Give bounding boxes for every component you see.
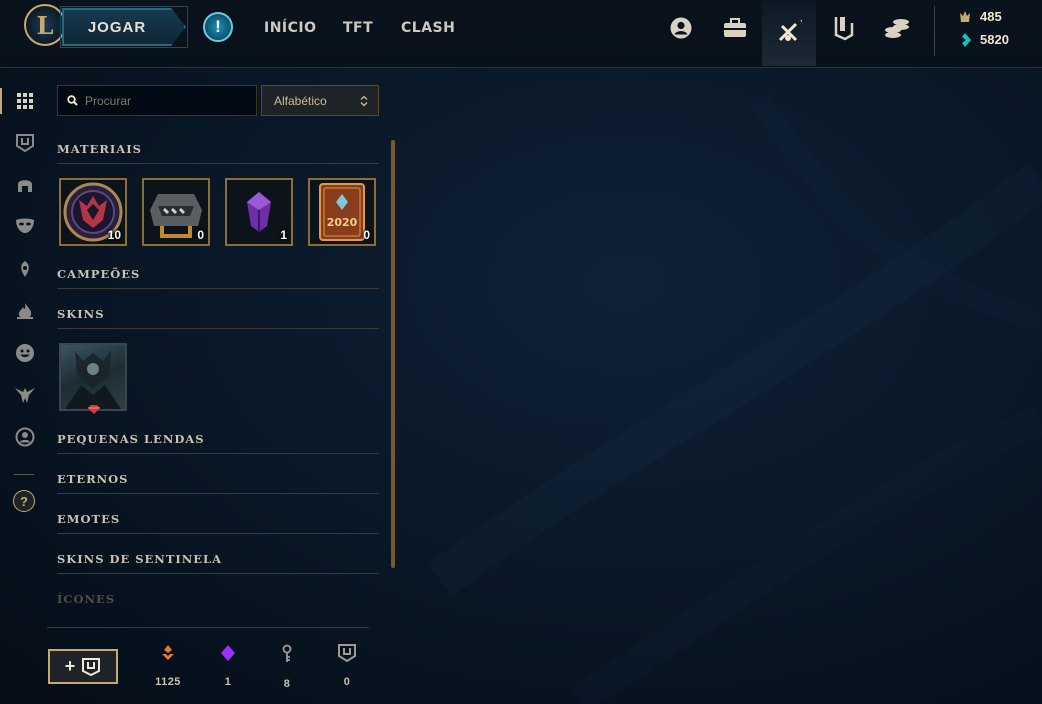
nav-tft[interactable]: TFT [343, 20, 373, 36]
orange-essence-value: 1125 [155, 676, 181, 688]
section-champions[interactable]: CAMPEÕES [57, 265, 379, 289]
skin-portrait-icon [65, 351, 121, 409]
section-skins[interactable]: SKINS [57, 305, 379, 329]
key-fragment-icon [282, 644, 292, 662]
section-icons[interactable]: ÍCONES [57, 590, 379, 614]
section-eternals[interactable]: ETERNOS [57, 470, 379, 494]
mythic-essence-icon [221, 645, 235, 661]
material-tile-2020-card[interactable]: 2020 0 [308, 178, 376, 246]
section-materials[interactable]: MATERIAIS [57, 140, 379, 164]
rail-divider [14, 474, 34, 475]
list-scrollbar[interactable] [391, 140, 395, 568]
material-count: 0 [197, 228, 204, 242]
material-count: 0 [363, 228, 370, 242]
top-navigation-bar: L JOGAR ! INÍCIO TFT CLASH 485 5820 [0, 0, 1042, 68]
crest-icon[interactable] [13, 383, 37, 407]
profile-icon[interactable] [667, 14, 695, 42]
chest-icon[interactable] [13, 131, 37, 155]
footer-divider [47, 627, 369, 628]
currency-stack-icon[interactable] [883, 14, 911, 42]
store-icon[interactable] [830, 14, 858, 42]
add-label: + [64, 656, 76, 676]
topbar-divider [934, 6, 935, 56]
helmet-icon[interactable] [13, 173, 37, 197]
material-count: 10 [107, 228, 121, 242]
play-button[interactable]: JOGAR [62, 8, 186, 46]
add-chest-button[interactable]: + [48, 649, 118, 684]
league-logo-icon[interactable]: L [24, 4, 66, 46]
chest-count-icon [338, 644, 356, 662]
chest-outline-icon [82, 657, 101, 676]
section-ward-skins[interactable]: SKINS DE SENTINELA [57, 550, 379, 574]
skin-tile[interactable] [59, 343, 127, 411]
search-field[interactable] [57, 85, 257, 116]
background-streaks [428, 93, 1042, 704]
blue-essence-value: 485 [980, 9, 1002, 24]
collection-icon[interactable] [721, 14, 749, 42]
chest-count-value: 0 [343, 676, 351, 688]
riot-points-balance[interactable]: 5820 [958, 32, 1009, 47]
section-little-legends[interactable]: PEQUENAS LENDAS [57, 430, 379, 454]
card-year-label: 2020 [327, 216, 358, 229]
orange-essence-icon [162, 645, 174, 660]
orange-essence-stat[interactable]: 1125 [148, 644, 188, 688]
ward-icon[interactable] [13, 257, 37, 281]
alert-icon[interactable]: ! [203, 12, 233, 42]
sort-selected-value: Alfabético [274, 93, 327, 108]
nav-clash[interactable]: CLASH [401, 20, 455, 36]
blue-essence-balance[interactable]: 485 [958, 9, 1002, 24]
loot-icon[interactable] [762, 0, 816, 66]
riot-points-icon [962, 32, 971, 47]
search-icon [67, 95, 78, 106]
mask-icon[interactable] [13, 214, 37, 238]
blue-essence-icon [960, 10, 970, 22]
material-count: 1 [280, 228, 287, 242]
flame-icon[interactable] [13, 299, 37, 323]
help-icon[interactable]: ? [13, 490, 35, 512]
emote-icon[interactable] [13, 341, 37, 365]
profile-circle-icon[interactable] [13, 425, 37, 449]
mythic-essence-stat[interactable]: 1 [208, 644, 248, 688]
riot-points-value: 5820 [980, 32, 1009, 47]
section-emotes[interactable]: EMOTES [57, 510, 379, 534]
key-fragment-value: 8 [283, 678, 291, 690]
chest-count-stat[interactable]: 0 [327, 644, 367, 688]
skin-shard-gem-icon [88, 405, 100, 414]
material-tile-worlds-token[interactable]: 10 [59, 178, 127, 246]
mythic-essence-value: 1 [224, 676, 232, 688]
rail-active-indicator [0, 88, 2, 114]
all-grid-icon[interactable] [13, 89, 37, 113]
material-tile-hextech-chest[interactable]: 0 [142, 178, 210, 246]
sort-dropdown[interactable]: Alfabético [261, 85, 379, 116]
nav-home[interactable]: INÍCIO [264, 20, 317, 36]
material-tile-purple-crystal[interactable]: 1 [225, 178, 293, 246]
key-fragment-stat[interactable]: 8 [267, 644, 307, 690]
sort-arrows-icon [360, 95, 368, 106]
search-input[interactable] [85, 93, 245, 108]
